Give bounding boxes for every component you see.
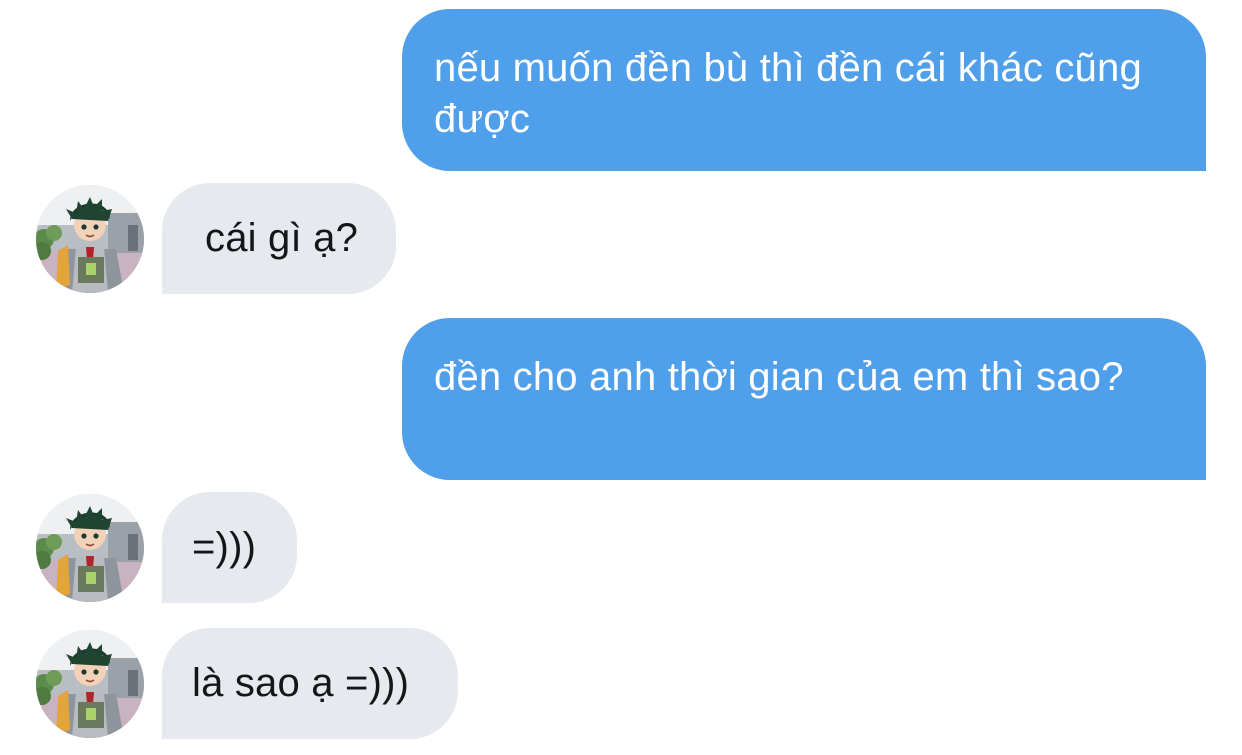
- message-bubble-incoming[interactable]: là sao ạ =))): [162, 628, 458, 739]
- message-text: là sao ạ =))): [192, 661, 410, 705]
- message-bubble-incoming[interactable]: cái gì ạ?: [162, 183, 396, 294]
- message-text: =))): [192, 525, 257, 569]
- dm-conversation: { "messages": [ {"direction": "outgoing"…: [0, 0, 1242, 755]
- message-bubble-outgoing[interactable]: nếu muốn đền bù thì đền cái khác cũng đư…: [402, 9, 1206, 171]
- anime-character-avatar-icon: [36, 494, 144, 602]
- avatar[interactable]: [36, 630, 144, 738]
- message-text: đền cho anh thời gian của em thì sao?: [434, 355, 1124, 399]
- anime-character-avatar-icon: [36, 630, 144, 738]
- message-bubble-incoming[interactable]: =))): [162, 492, 297, 603]
- avatar[interactable]: [36, 494, 144, 602]
- message-text: nếu muốn đền bù thì đền cái khác cũng đư…: [434, 46, 1142, 141]
- message-bubble-outgoing[interactable]: đền cho anh thời gian của em thì sao?: [402, 318, 1206, 480]
- anime-character-avatar-icon: [36, 185, 144, 293]
- avatar[interactable]: [36, 185, 144, 293]
- message-text: cái gì ạ?: [205, 216, 359, 260]
